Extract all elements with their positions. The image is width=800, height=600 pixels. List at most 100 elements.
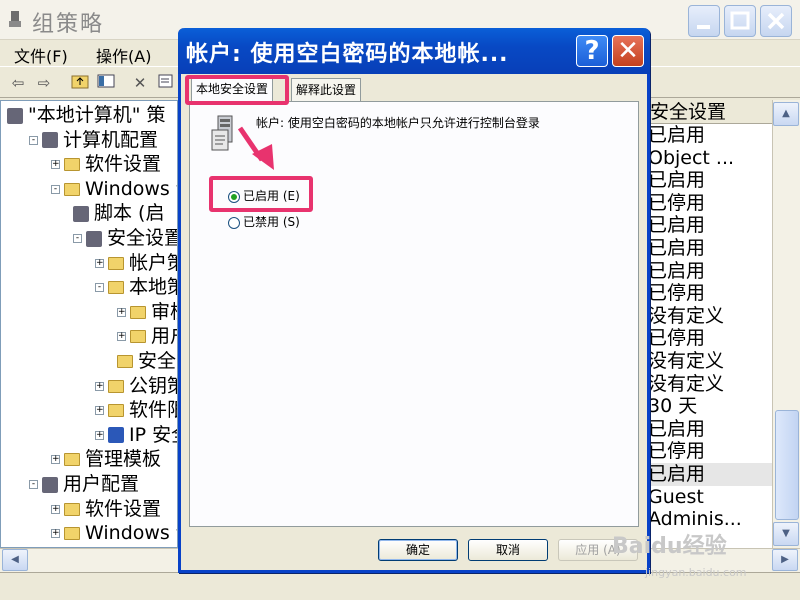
tree-node[interactable]: + 审核 bbox=[117, 300, 177, 324]
tree-node[interactable]: + 软件设置 bbox=[51, 497, 161, 521]
tree-node[interactable]: + 软件设置 bbox=[51, 152, 161, 176]
tree-node[interactable]: "本地计算机" 策 bbox=[7, 103, 166, 127]
option-highlight-box bbox=[209, 176, 313, 212]
tree-node[interactable]: - 安全设置 bbox=[73, 226, 177, 250]
folder-icon bbox=[130, 330, 146, 344]
tree-node-label: 软件设置 bbox=[85, 153, 162, 176]
expand-icon[interactable]: + bbox=[95, 430, 104, 440]
tree-node[interactable]: - 计算机配置 bbox=[29, 128, 158, 152]
list-row[interactable]: 没有定义 bbox=[646, 373, 772, 396]
scroll-right-button[interactable]: ▶ bbox=[772, 549, 798, 571]
forward-arrow-icon[interactable]: ⇨ bbox=[34, 73, 54, 93]
scroll-down-button[interactable]: ▼ bbox=[773, 522, 799, 546]
folder-icon bbox=[64, 502, 80, 516]
list-row[interactable]: 已启用 bbox=[646, 260, 772, 283]
list-row[interactable]: 没有定义 bbox=[646, 305, 772, 328]
list-row[interactable]: 已停用 bbox=[646, 327, 772, 350]
radio-disabled[interactable]: 已禁用 (S) bbox=[228, 214, 300, 230]
list-row[interactable]: 已启用 bbox=[646, 418, 772, 441]
tree-node[interactable]: + IP 安全 bbox=[95, 423, 177, 447]
tree-node[interactable]: + 管理模板 bbox=[51, 447, 161, 471]
expand-icon[interactable]: + bbox=[95, 381, 104, 391]
list-row[interactable]: 已启用 bbox=[646, 463, 772, 486]
collapse-icon[interactable]: - bbox=[51, 184, 60, 194]
list-row[interactable]: 已停用 bbox=[646, 192, 772, 215]
close-dialog-button[interactable]: ✕ bbox=[612, 35, 644, 67]
collapse-icon[interactable]: - bbox=[95, 283, 104, 293]
folder-icon bbox=[117, 355, 133, 368]
properties-icon[interactable] bbox=[156, 73, 176, 93]
list-row[interactable]: 已启用 bbox=[646, 169, 772, 192]
tree-node[interactable]: - 用户配置 bbox=[29, 472, 139, 496]
help-icon: ? bbox=[584, 36, 600, 66]
expand-icon[interactable]: + bbox=[51, 504, 60, 514]
folder-icon bbox=[64, 527, 80, 541]
dialog-title: 帐户: 使用空白密码的本地帐... bbox=[186, 42, 509, 67]
column-header-security-setting[interactable]: 安全设置 bbox=[646, 100, 772, 124]
tree-node-label: 软件限 bbox=[129, 399, 177, 422]
expand-icon[interactable]: + bbox=[51, 160, 60, 170]
tree-node[interactable]: + 帐户策 bbox=[95, 251, 177, 275]
console-tree[interactable]: "本地计算机" 策-计算机配置+软件设置-Windows 设脚本 (启-安全设置… bbox=[0, 100, 178, 548]
maximize-button[interactable] bbox=[724, 5, 756, 37]
delete-icon[interactable]: ✕ bbox=[130, 73, 150, 93]
collapse-icon[interactable]: - bbox=[29, 480, 38, 489]
radio-disabled-indicator[interactable] bbox=[228, 216, 240, 229]
vertical-scrollbar[interactable]: ▲ ▼ bbox=[772, 100, 800, 548]
tree-node-label: 本地策 bbox=[129, 276, 177, 299]
menu-action[interactable]: 操作(A) bbox=[96, 43, 151, 67]
user-icon bbox=[42, 476, 58, 493]
expand-icon[interactable]: + bbox=[95, 406, 104, 416]
list-row[interactable]: 已启用 bbox=[646, 237, 772, 260]
list-row[interactable]: 已停用 bbox=[646, 282, 772, 305]
show-hide-tree-icon[interactable] bbox=[96, 73, 116, 93]
folder-icon bbox=[64, 182, 80, 196]
tree-node[interactable]: + 软件限 bbox=[95, 398, 177, 422]
tree-node-label: 软件设置 bbox=[85, 497, 162, 520]
up-folder-icon[interactable] bbox=[70, 73, 90, 93]
tree-node[interactable]: 脚本 (启 bbox=[73, 201, 164, 225]
list-row[interactable]: 没有定义 bbox=[646, 350, 772, 373]
list-row[interactable]: 已启用 bbox=[646, 214, 772, 237]
expand-icon[interactable]: + bbox=[51, 529, 60, 539]
back-arrow-icon[interactable]: ⇦ bbox=[8, 73, 28, 93]
folder-icon bbox=[108, 404, 124, 418]
tree-node-label: Windows 设 bbox=[85, 522, 177, 545]
ok-button[interactable]: 确定 bbox=[378, 539, 458, 561]
watermark-brand: Baidu经验 bbox=[612, 534, 727, 559]
tree-node-label: 安全 bbox=[138, 350, 177, 372]
tree-node[interactable]: - Windows 设 bbox=[51, 177, 177, 201]
tree-node[interactable]: 安全 bbox=[117, 349, 176, 373]
tab-explain-setting[interactable]: 解释此设置 bbox=[291, 78, 362, 102]
list-row[interactable]: Guest bbox=[646, 486, 772, 509]
help-button[interactable]: ? bbox=[576, 35, 608, 67]
tree-node[interactable]: - 本地策 bbox=[95, 275, 177, 299]
radio-disabled-label[interactable]: 已禁用 (S) bbox=[243, 215, 300, 229]
minimize-button[interactable] bbox=[688, 5, 720, 37]
tree-node[interactable]: + 用户 bbox=[117, 324, 177, 348]
expand-icon[interactable]: + bbox=[95, 258, 104, 268]
scroll-up-button[interactable]: ▲ bbox=[773, 102, 799, 126]
collapse-icon[interactable]: - bbox=[29, 135, 38, 145]
expand-icon[interactable]: + bbox=[117, 332, 126, 342]
menu-file[interactable]: 文件(F) bbox=[14, 43, 68, 67]
scroll-left-button[interactable]: ◀ bbox=[2, 549, 28, 571]
tree-node[interactable]: + 公钥策 bbox=[95, 374, 177, 398]
cancel-button[interactable]: 取消 bbox=[468, 539, 548, 561]
close-main-button[interactable] bbox=[760, 5, 792, 37]
expand-icon[interactable]: + bbox=[117, 307, 126, 317]
list-row[interactable]: Object ... bbox=[646, 147, 772, 170]
folder-icon bbox=[108, 379, 124, 393]
tree-node[interactable]: + Windows 设 bbox=[51, 521, 177, 545]
expand-icon[interactable]: + bbox=[51, 455, 60, 465]
close-icon bbox=[767, 12, 785, 30]
list-row[interactable]: 30 天 bbox=[646, 395, 772, 418]
collapse-icon[interactable]: - bbox=[73, 234, 82, 243]
dialog-title-bar[interactable]: 帐户: 使用空白密码的本地帐... ? ✕ bbox=[178, 28, 650, 74]
list-row[interactable]: 已停用 bbox=[646, 440, 772, 463]
scroll-thumb[interactable] bbox=[775, 410, 799, 520]
tree-node-label: 用户配置 bbox=[63, 473, 140, 495]
folder-icon bbox=[64, 158, 80, 172]
policy-list[interactable]: 安全设置 已启用 Object ... 已启用 已停用 已启用 已启用 已启用 已停用 没有定义… bbox=[646, 100, 772, 548]
list-row[interactable]: 已启用 bbox=[646, 124, 772, 147]
